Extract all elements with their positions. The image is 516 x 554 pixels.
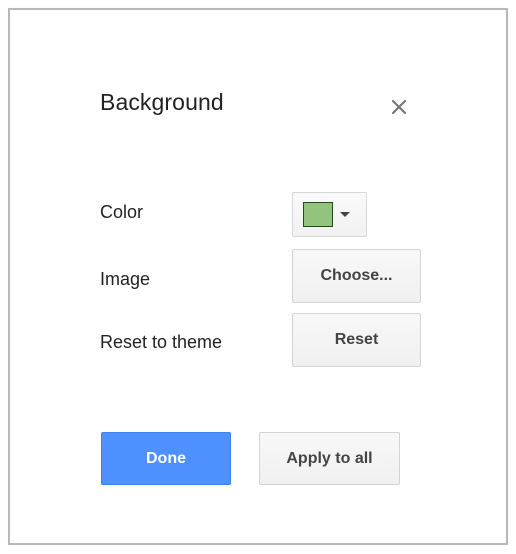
reset-to-theme-label: Reset to theme — [100, 332, 223, 352]
choose-image-button[interactable]: Choose... — [292, 249, 421, 303]
color-picker-dropdown[interactable] — [292, 192, 367, 237]
close-icon[interactable] — [388, 96, 410, 118]
color-swatch — [303, 202, 333, 227]
done-button[interactable]: Done — [101, 432, 231, 485]
image-label: Image — [100, 269, 151, 289]
dialog-title: Background — [100, 89, 224, 115]
reset-button[interactable]: Reset — [292, 313, 421, 367]
background-dialog: Background Color Image Choose... Reset t… — [8, 8, 508, 545]
caret-down-icon — [340, 212, 350, 217]
apply-to-all-button[interactable]: Apply to all — [259, 432, 400, 485]
color-label: Color — [100, 202, 144, 222]
